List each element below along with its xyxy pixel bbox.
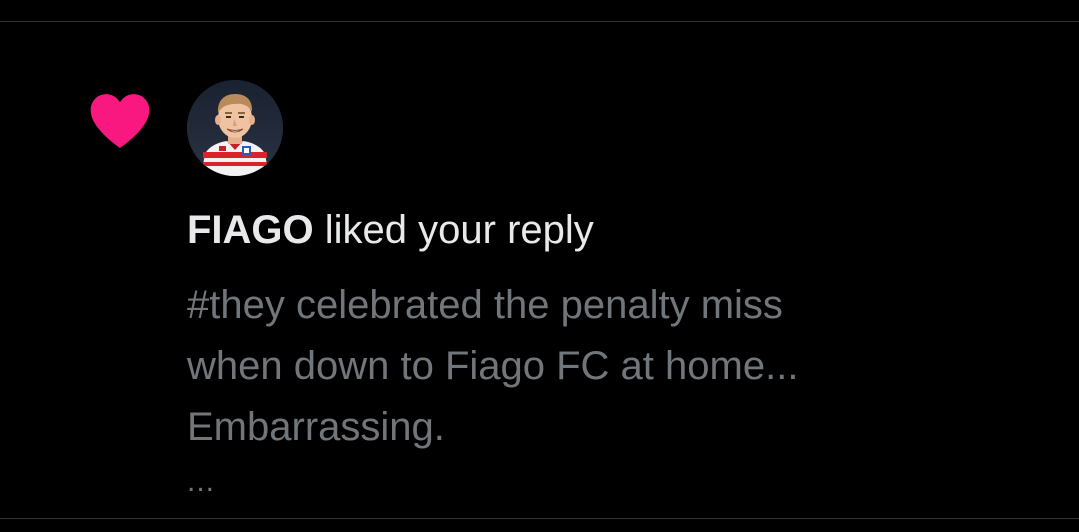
avatar[interactable]: [187, 80, 283, 176]
notification-headline: FIAGO liked your reply: [187, 206, 594, 254]
reply-preview[interactable]: #they celebrated the penalty miss when d…: [187, 275, 1047, 458]
like-notification[interactable]: FIAGO liked your reply #they celebrated …: [0, 22, 1079, 518]
more-ellipsis: ...: [187, 465, 216, 498]
user-name-link[interactable]: FIAGO: [187, 208, 314, 252]
reply-line: when down to Fiago FC at home...: [187, 344, 799, 388]
avatar-illustration: [187, 80, 283, 176]
action-text: liked your reply: [313, 208, 594, 252]
bottom-divider: [0, 518, 1079, 519]
reply-line: #they celebrated the penalty miss: [187, 283, 783, 327]
heart-icon: [90, 94, 150, 148]
reply-line: Embarrassing.: [187, 405, 445, 449]
